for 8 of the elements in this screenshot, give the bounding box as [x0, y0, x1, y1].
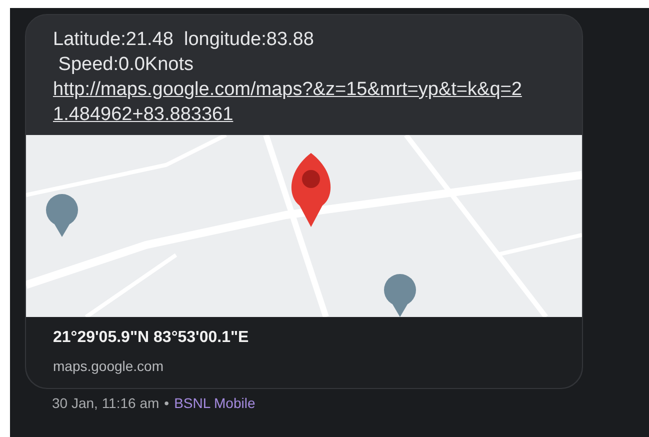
preview-domain: maps.google.com [53, 358, 165, 374]
message-text: Latitude:21.48 longitude:83.88 Speed:0.0Knots http://maps.google.com/maps?&z=15&mrt=yp&t=k&q=21.484962+83.883361 [52, 28, 523, 129]
sim-label: BSNL Mobile [174, 395, 256, 411]
separator-dot: • [164, 395, 170, 411]
link-preview-card[interactable]: 21°29'05.9"N 83°53'00.1"E maps.google.com [26, 317, 582, 388]
map-link[interactable]: http://maps.google.com/maps?&z=15&mrt=yp&t=k&q=21.484962+83.883361 [53, 77, 522, 127]
message-time: 30 Jan, 11:16 am [52, 395, 160, 411]
preview-title: 21°29'05.9"N 83°53'00.1"E [53, 329, 250, 347]
